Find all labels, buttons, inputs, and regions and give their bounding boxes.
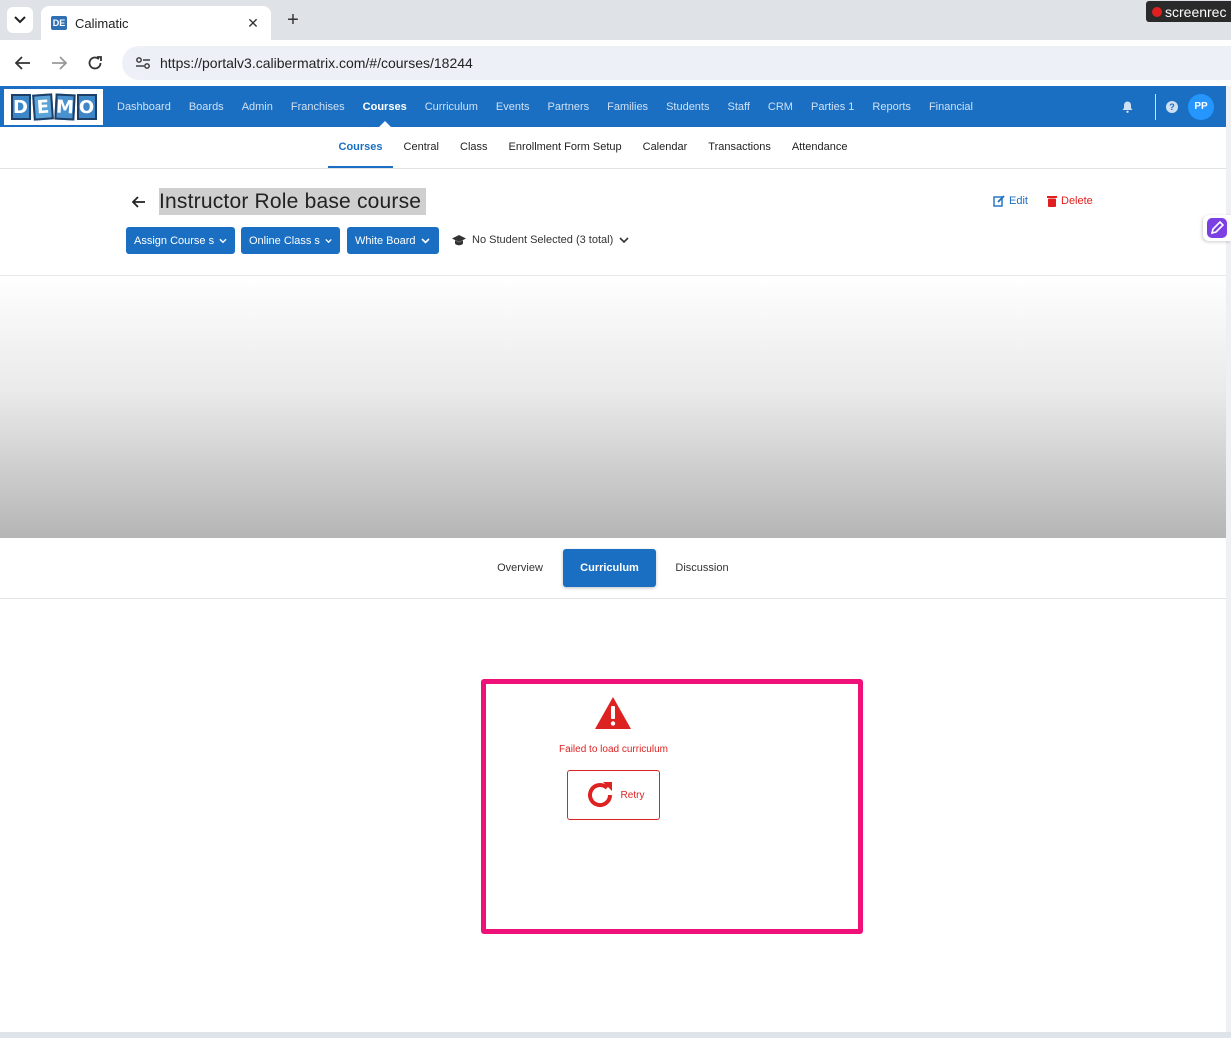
subnav-item-calendar[interactable]: Calendar [632, 127, 698, 168]
app-top-nav: D E M O Dashboard Boards Admin Franchise… [0, 86, 1226, 127]
help-icon[interactable]: ? [1166, 100, 1178, 113]
subnav-item-courses[interactable]: Courses [328, 127, 394, 168]
graduation-cap-icon [452, 234, 466, 245]
forward-button[interactable] [48, 52, 70, 74]
delete-button[interactable]: Delete [1047, 195, 1093, 207]
new-tab-button[interactable]: + [282, 9, 304, 31]
nav-item-students[interactable]: Students [657, 86, 718, 127]
assign-courses-label: Assign Course s [134, 234, 215, 247]
nav-item-reports[interactable]: Reports [863, 86, 920, 127]
tab-title: Calimatic [75, 15, 129, 31]
tab-search-button[interactable] [7, 7, 33, 33]
subnav-item-central[interactable]: Central [393, 127, 449, 168]
site-settings-icon[interactable] [134, 54, 152, 72]
logo-letter: M [53, 93, 76, 121]
subnav-item-attendance[interactable]: Attendance [781, 127, 858, 168]
white-board-label: White Board [355, 234, 416, 247]
online-classes-label: Online Class s [249, 234, 320, 247]
url-field[interactable]: https://portalv3.calibermatrix.com/#/cou… [122, 46, 1231, 80]
nav-item-franchises[interactable]: Franchises [282, 86, 354, 127]
nav-item-families[interactable]: Families [598, 86, 657, 127]
chevron-down-icon [14, 16, 26, 24]
recorder-label: screenrec [1165, 3, 1227, 20]
warning-icon [595, 697, 631, 729]
subnav-item-enrollment-form-setup[interactable]: Enrollment Form Setup [498, 127, 632, 168]
back-button[interactable] [12, 52, 34, 74]
edit-label: Edit [1009, 195, 1028, 207]
main-nav-list: Dashboard Boards Admin Franchises Course… [108, 86, 982, 127]
arrow-left-icon [15, 56, 30, 70]
nav-item-parties[interactable]: Parties 1 [802, 86, 863, 127]
chevron-down-icon [325, 238, 332, 243]
nav-item-dashboard[interactable]: Dashboard [108, 86, 180, 127]
screen-recorder-badge[interactable]: screenrec [1146, 1, 1231, 22]
nav-item-events[interactable]: Events [487, 86, 539, 127]
logo-letter: E [31, 93, 54, 121]
chevron-down-icon [420, 237, 430, 244]
nav-right-tools: ? PP [1117, 86, 1226, 127]
demo-logo[interactable]: D E M O [4, 89, 103, 125]
edit-icon [993, 195, 1005, 207]
browser-tab[interactable]: DE Calimatic ✕ [41, 6, 271, 40]
browser-tab-bar: DE Calimatic ✕ + screenrec [0, 0, 1231, 40]
tab-curriculum[interactable]: Curriculum [563, 549, 656, 587]
reload-button[interactable] [84, 52, 106, 74]
favicon-icon: DE [51, 16, 67, 30]
reload-icon [88, 56, 102, 70]
nav-item-staff[interactable]: Staff [718, 86, 758, 127]
sub-nav: Courses Central Class Enrollment Form Se… [0, 127, 1226, 169]
arrow-right-icon [52, 56, 67, 70]
nav-divider [1155, 93, 1156, 120]
tab-discussion[interactable]: Discussion [666, 549, 738, 587]
subnav-item-transactions[interactable]: Transactions [698, 127, 782, 168]
nav-item-courses[interactable]: Courses [354, 86, 416, 127]
nav-item-boards[interactable]: Boards [180, 86, 233, 127]
logo-letter: D [10, 94, 31, 120]
pen-icon [1207, 218, 1227, 238]
tab-overview[interactable]: Overview [486, 549, 554, 587]
user-avatar[interactable]: PP [1188, 93, 1214, 120]
record-icon [1152, 6, 1162, 17]
nav-item-crm[interactable]: CRM [759, 86, 802, 127]
nav-item-admin[interactable]: Admin [233, 86, 282, 127]
logo-letter: O [76, 94, 97, 120]
address-bar: https://portalv3.calibermatrix.com/#/cou… [0, 40, 1231, 86]
bell-icon[interactable] [1117, 97, 1137, 117]
nav-item-partners[interactable]: Partners [539, 86, 599, 127]
course-banner [0, 276, 1226, 538]
retry-icon [587, 782, 612, 808]
white-board-dropdown[interactable]: White Board [347, 227, 439, 254]
delete-label: Delete [1061, 195, 1093, 207]
nav-item-financial[interactable]: Financial [920, 86, 982, 127]
chevron-down-icon [619, 236, 629, 243]
retry-button[interactable]: Retry [567, 770, 660, 820]
edit-button[interactable]: Edit [993, 195, 1028, 207]
nav-item-curriculum[interactable]: Curriculum [416, 86, 487, 127]
error-highlight-frame [481, 679, 863, 934]
close-icon[interactable]: ✕ [245, 15, 261, 32]
page-title: Instructor Role base course [159, 188, 427, 215]
assign-courses-dropdown[interactable]: Assign Course s [126, 227, 235, 254]
bottom-edge [0, 1032, 1231, 1038]
student-selector[interactable]: No Student Selected (3 total) [452, 230, 629, 250]
chevron-down-icon [219, 238, 227, 243]
subnav-item-class[interactable]: Class [450, 127, 499, 168]
course-content-tabs: Overview Curriculum Discussion [0, 538, 1226, 599]
trash-icon [1047, 196, 1057, 207]
student-select-label: No Student Selected (3 total) [472, 234, 614, 246]
error-message: Failed to load curriculum [559, 744, 668, 755]
url-text: https://portalv3.calibermatrix.com/#/cou… [160, 55, 473, 71]
back-arrow-icon[interactable] [131, 193, 147, 211]
retry-label: Retry [620, 789, 645, 801]
annotate-pen-button[interactable] [1203, 215, 1231, 241]
online-classes-dropdown[interactable]: Online Class s [241, 227, 340, 254]
